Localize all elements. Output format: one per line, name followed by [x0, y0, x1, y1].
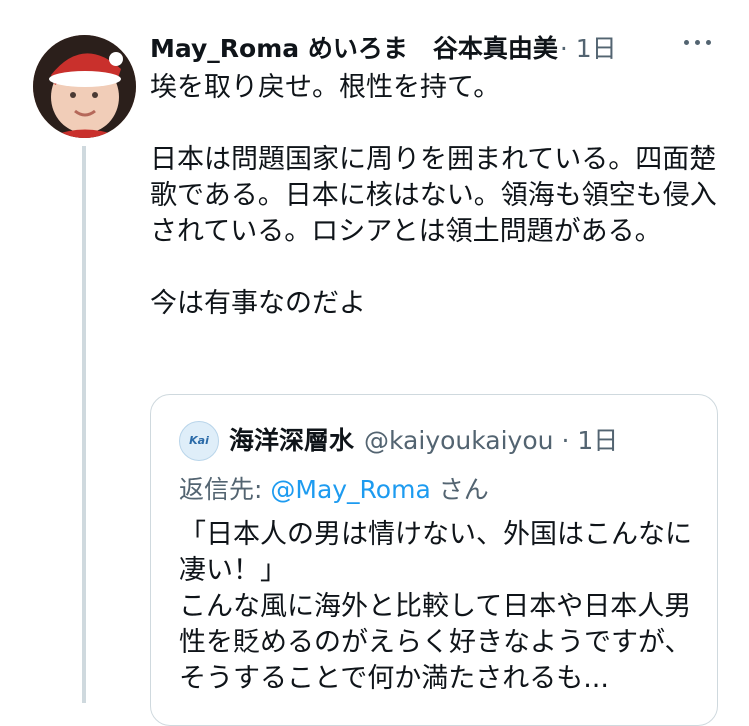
tweet-paragraph: 日本は問題国家に周りを囲まれている。四面楚歌である。日本に核はない。領海も領空も…	[150, 144, 717, 247]
quote-paragraph: こんな風に海外と比較して日本や日本人男性を貶めるのがえらく好きなようですが、そう…	[179, 591, 692, 694]
quote-text: 「日本人の男は情けない、外国はこんなに凄い！」 こんな風に海外と比較して日本や日…	[179, 517, 699, 697]
quote-display-name[interactable]: 海洋深層水	[229, 424, 354, 458]
quote-avatar-text: Kai	[189, 434, 209, 447]
quote-user-avatar[interactable]: Kai	[179, 421, 219, 461]
quote-header: Kai 海洋深層水 @kaiyoukaiyou · 1日	[179, 421, 618, 461]
quoted-tweet[interactable]: Kai 海洋深層水 @kaiyoukaiyou · 1日 返信先: @May_R…	[150, 394, 718, 726]
reply-mention-link[interactable]: @May_Roma	[270, 475, 430, 504]
reply-suffix: さん	[430, 475, 489, 504]
reply-to: 返信先: @May_Roma さん	[179, 473, 489, 507]
tweet-paragraph: 埃を取り戻せ。根性を持て。	[150, 72, 501, 103]
tweet-header: May_Roma めいろま 谷本真由美 · 1日	[150, 32, 617, 66]
thread-line	[82, 146, 86, 703]
avatar-image	[33, 35, 136, 138]
more-options-icon[interactable]	[684, 40, 711, 45]
tweet-timestamp[interactable]: · 1日	[560, 32, 617, 66]
quote-handle-time[interactable]: @kaiyoukaiyou · 1日	[364, 424, 618, 458]
reply-prefix: 返信先:	[179, 475, 271, 504]
tweet-text: 埃を取り戻せ。根性を持て。 日本は問題国家に周りを囲まれている。四面楚歌である。…	[150, 70, 725, 322]
avatar[interactable]	[33, 35, 136, 138]
quote-paragraph: 「日本人の男は情けない、外国はこんなに凄い！」	[179, 519, 692, 586]
tweet-paragraph: 今は有事なのだよ	[150, 288, 366, 319]
display-name[interactable]: May_Roma めいろま 谷本真由美	[150, 32, 558, 66]
